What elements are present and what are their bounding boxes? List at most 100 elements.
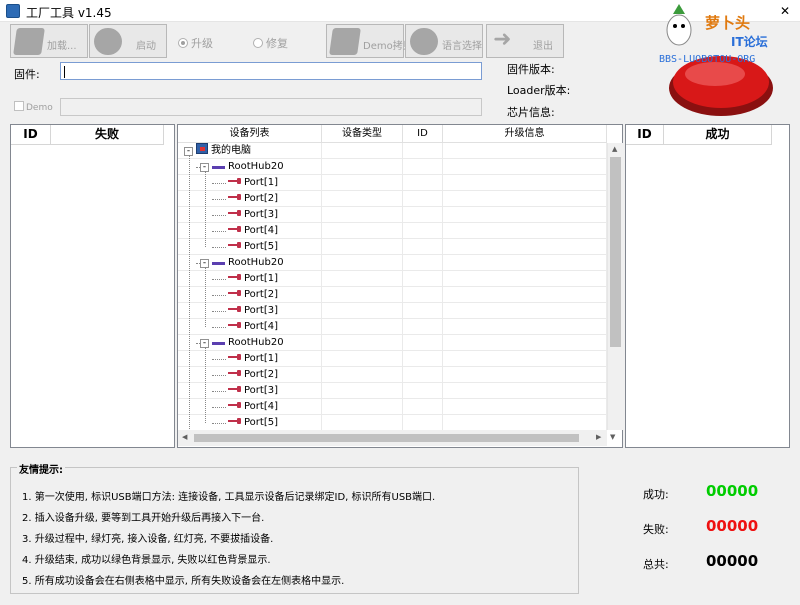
tree-node-label: Port[1] (244, 177, 278, 188)
tree-port-node[interactable]: Port[5] (228, 415, 278, 430)
tree-port-node[interactable]: Port[3] (228, 207, 278, 223)
tree-cell (403, 335, 443, 351)
tree-node-label: Port[3] (244, 209, 278, 220)
tree-cell (403, 351, 443, 367)
checkbox-icon (14, 101, 24, 111)
text-cursor (64, 66, 65, 78)
device-tree[interactable]: 我的电脑 - RootHub20- Port[1] Port[2] Port[3] Port… (178, 143, 607, 430)
scroll-down-icon[interactable]: ▼ (610, 433, 615, 441)
tree-port-node[interactable]: Port[2] (228, 367, 278, 383)
load-button[interactable]: 加载... (10, 24, 88, 58)
demo-copy-button[interactable]: Demo拷贝 (326, 24, 413, 58)
dev-col-id[interactable]: ID (403, 125, 443, 143)
upgrade-radio[interactable]: 升级 (178, 35, 213, 51)
usb-port-icon (228, 402, 241, 408)
fail-table[interactable]: ID 失败 (10, 124, 175, 448)
tree-port-node[interactable]: Port[4] (228, 399, 278, 415)
tree-node-label: Port[3] (244, 385, 278, 396)
tree-node-label: Port[3] (244, 305, 278, 316)
tip-5: 5. 所有成功设备会在右侧表格中显示, 所有失败设备会在左侧表格中显示. (22, 576, 345, 587)
tree-cell (322, 175, 403, 191)
folder-icon (13, 28, 45, 55)
tree-cell (322, 351, 403, 367)
tree-node-label: Port[2] (244, 193, 278, 204)
usb-port-icon (228, 306, 241, 312)
usb-hub-icon (212, 335, 225, 346)
tree-cell (443, 399, 607, 415)
repair-radio[interactable]: 修复 (253, 35, 288, 51)
tree-port-node[interactable]: Port[4] (228, 223, 278, 239)
tree-hub-node[interactable]: RootHub20 (212, 159, 284, 175)
tree-port-node[interactable]: Port[3] (228, 303, 278, 319)
tree-cell (443, 271, 607, 287)
window-title: 工厂工具 v1.45 (26, 6, 112, 20)
fail-count-label: 失败: (643, 523, 669, 536)
tree-port-node[interactable]: Port[2] (228, 191, 278, 207)
dev-col-info[interactable]: 升级信息 (443, 125, 607, 143)
tree-connector (212, 375, 226, 376)
dev-col-type[interactable]: 设备类型 (322, 125, 403, 143)
tip-3: 3. 升级过程中, 绿灯亮, 接入设备, 红灯亮, 不要拔插设备. (22, 534, 274, 545)
tree-connector (212, 199, 226, 200)
dev-col-list[interactable]: 设备列表 (178, 125, 322, 143)
success-col-id[interactable]: ID (626, 125, 664, 145)
tree-port-node[interactable]: Port[1] (228, 175, 278, 191)
usb-port-icon (228, 226, 241, 232)
tree-cell (322, 159, 403, 175)
tree-cell (322, 399, 403, 415)
tree-connector (212, 279, 226, 280)
tree-cell (322, 303, 403, 319)
start-button[interactable]: 启动 (89, 24, 167, 58)
tree-cell (403, 223, 443, 239)
tree-port-node[interactable]: Port[3] (228, 383, 278, 399)
tree-connector (212, 407, 226, 408)
tree-cell (322, 335, 403, 351)
tree-cell (443, 239, 607, 255)
tree-connector (205, 171, 206, 247)
demo-checkbox[interactable]: Demo (14, 101, 53, 113)
tree-hub-node[interactable]: RootHub20 (212, 335, 284, 351)
tree-port-node[interactable]: Port[2] (228, 287, 278, 303)
scroll-right-icon[interactable]: ▶ (596, 433, 601, 441)
scroll-left-icon[interactable]: ◀ (182, 433, 187, 441)
tree-connector (189, 155, 190, 430)
tree-cell (443, 351, 607, 367)
exit-button[interactable]: ➜ 退出 (486, 24, 564, 58)
language-icon (410, 28, 438, 55)
scroll-thumb[interactable] (610, 157, 621, 347)
tree-connector (212, 327, 226, 328)
fail-col-id[interactable]: ID (11, 125, 51, 145)
hscroll-thumb[interactable] (194, 434, 579, 442)
tree-node-label: Port[1] (244, 273, 278, 284)
horizontal-scrollbar[interactable]: ◀ ▶ (178, 430, 607, 446)
tree-connector (196, 343, 200, 344)
tree-connector (212, 215, 226, 216)
tree-port-node[interactable]: Port[4] (228, 319, 278, 335)
language-button[interactable]: 语言选择 (405, 24, 483, 58)
tree-port-node[interactable]: Port[1] (228, 351, 278, 367)
tree-cell (322, 383, 403, 399)
tree-cell (443, 207, 607, 223)
copy-icon (329, 28, 361, 55)
tree-connector (212, 311, 226, 312)
success-table[interactable]: ID 成功 (625, 124, 790, 448)
tree-cell (322, 367, 403, 383)
tree-root-node[interactable]: 我的电脑 (196, 143, 251, 159)
firmware-input[interactable] (60, 62, 482, 80)
tree-hub-node[interactable]: RootHub20 (212, 255, 284, 271)
tree-port-node[interactable]: Port[5] (228, 239, 278, 255)
tree-node-label: Port[4] (244, 225, 278, 236)
usb-port-icon (228, 290, 241, 296)
tree-port-node[interactable]: Port[1] (228, 271, 278, 287)
fail-col-status[interactable]: 失败 (51, 125, 164, 145)
tree-cell (322, 271, 403, 287)
tree-cell (403, 159, 443, 175)
tip-4: 4. 升级结束, 成功以绿色背景显示, 失败以红色背景显示. (22, 555, 271, 566)
vertical-scrollbar[interactable]: ▲ (607, 143, 623, 430)
device-table[interactable]: 设备列表 设备类型 ID 升级信息 我的电脑 - RootHub20- Port[1]… (177, 124, 623, 448)
tip-1: 1. 第一次使用, 标识USB端口方法: 连接设备, 工具显示设备后记录绑定ID… (22, 492, 436, 503)
scroll-up-icon[interactable]: ▲ (612, 145, 617, 153)
success-col-status[interactable]: 成功 (664, 125, 772, 145)
computer-icon (196, 143, 208, 154)
tip-2: 2. 插入设备升级, 要等到工具开始升级后再接入下一台. (22, 513, 265, 524)
